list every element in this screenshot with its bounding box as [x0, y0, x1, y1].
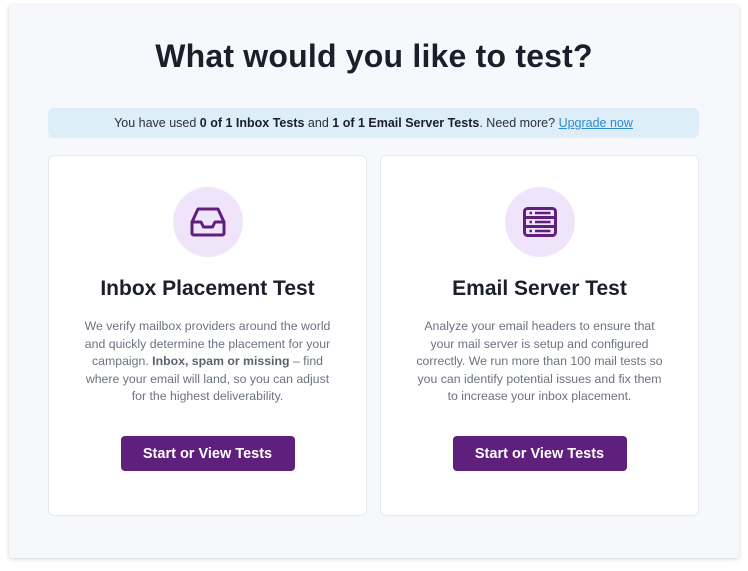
page-title: What would you like to test? — [155, 38, 593, 74]
inbox-placement-card: Inbox Placement Test We verify mailbox p… — [48, 155, 367, 516]
inbox-desc-bold: Inbox, spam or missing — [152, 354, 290, 368]
banner-prefix: You have used — [114, 116, 200, 130]
inbox-placement-title: Inbox Placement Test — [100, 277, 315, 300]
email-server-title: Email Server Test — [452, 277, 627, 300]
server-icon-badge — [504, 187, 575, 257]
inbox-usage-count: 0 of 1 Inbox Tests — [199, 116, 305, 130]
email-server-description: Analyze your email headers to ensure tha… — [416, 319, 663, 403]
inbox-placement-description: We verify mailbox providers around the w… — [79, 318, 336, 406]
inbox-icon-badge — [172, 187, 243, 257]
inbox-tray-icon — [190, 207, 225, 237]
banner-middle: and — [304, 116, 333, 130]
server-start-tests-button[interactable]: Start or View Tests — [452, 436, 627, 471]
email-server-card: Email Server Test Analyze your email hea… — [380, 155, 699, 516]
banner-suffix: . Need more? — [479, 116, 559, 130]
server-stack-icon — [522, 207, 557, 237]
usage-banner: You have used 0 of 1 Inbox Tests and 1 o… — [48, 108, 699, 138]
server-usage-count: 1 of 1 Email Server Tests — [332, 116, 480, 130]
inbox-start-tests-button[interactable]: Start or View Tests — [120, 436, 295, 471]
upgrade-now-link[interactable]: Upgrade now — [559, 116, 633, 130]
